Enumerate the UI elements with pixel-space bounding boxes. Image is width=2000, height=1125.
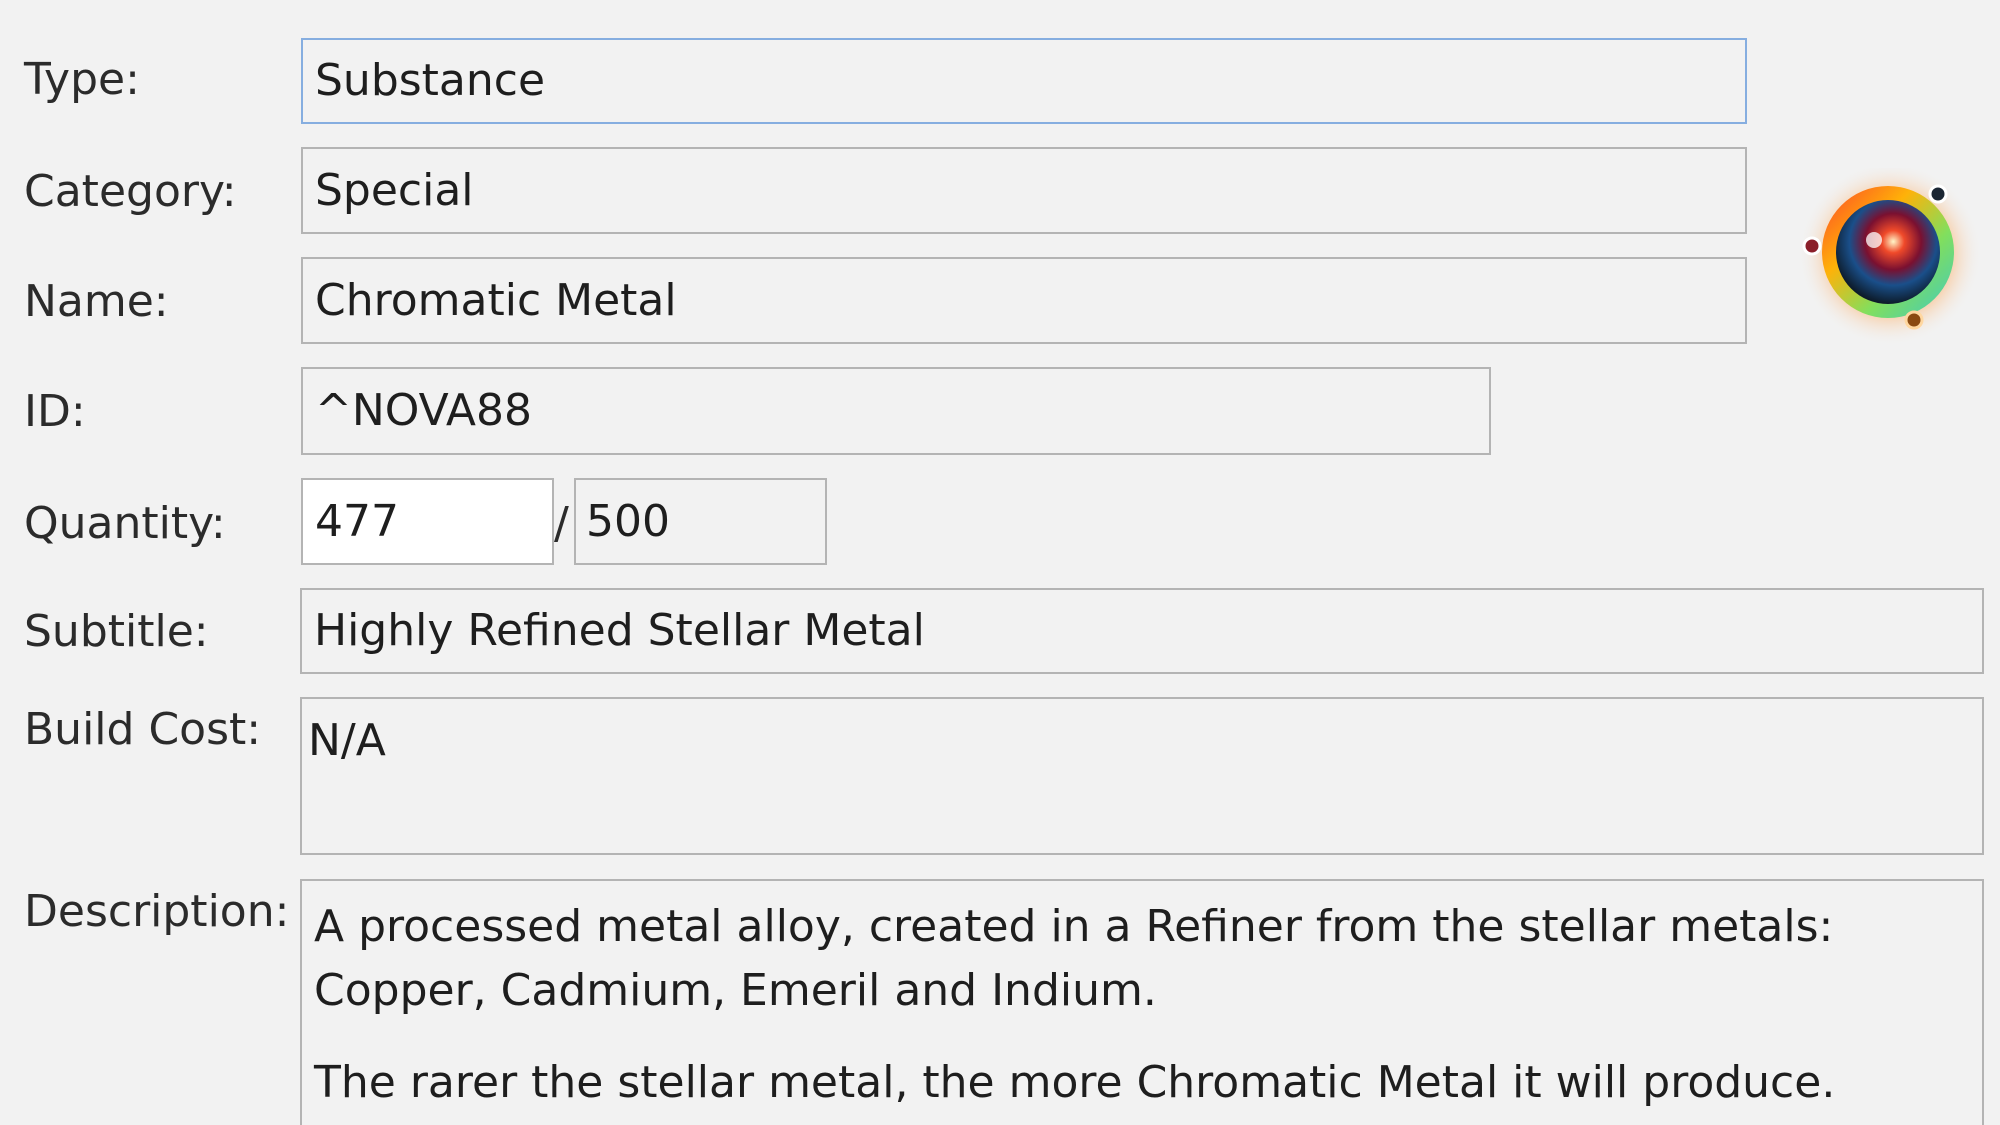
quantity-max-field[interactable]: 500 bbox=[574, 478, 827, 565]
id-field[interactable]: ^NOVA88 bbox=[301, 367, 1491, 455]
description-paragraph: A processed metal alloy, created in a Re… bbox=[314, 901, 1834, 1016]
id-label: ID: bbox=[24, 386, 86, 437]
name-field[interactable]: Chromatic Metal bbox=[301, 257, 1747, 344]
quantity-input[interactable]: 477 bbox=[301, 478, 554, 565]
description-paragraph: The rarer the stellar metal, the more Ch… bbox=[314, 1057, 1836, 1108]
quantity-separator: / bbox=[554, 498, 569, 549]
type-label: Type: bbox=[24, 54, 140, 105]
item-details-panel: Type: Substance Category: Special Name: … bbox=[0, 0, 2000, 1125]
category-field[interactable]: Special bbox=[301, 147, 1747, 234]
build-cost-field[interactable]: N/A bbox=[300, 697, 1984, 855]
description-label: Description: bbox=[24, 886, 290, 937]
chromatic-metal-orb-icon bbox=[1790, 162, 1990, 348]
quantity-label: Quantity: bbox=[24, 498, 226, 549]
category-label: Category: bbox=[24, 166, 237, 217]
subtitle-field[interactable]: Highly Refined Stellar Metal bbox=[300, 588, 1984, 674]
subtitle-label: Subtitle: bbox=[24, 606, 209, 657]
build-cost-label: Build Cost: bbox=[24, 704, 262, 755]
description-field[interactable]: A processed metal alloy, created in a Re… bbox=[300, 879, 1984, 1125]
type-field[interactable]: Substance bbox=[301, 38, 1747, 124]
name-label: Name: bbox=[24, 276, 169, 327]
